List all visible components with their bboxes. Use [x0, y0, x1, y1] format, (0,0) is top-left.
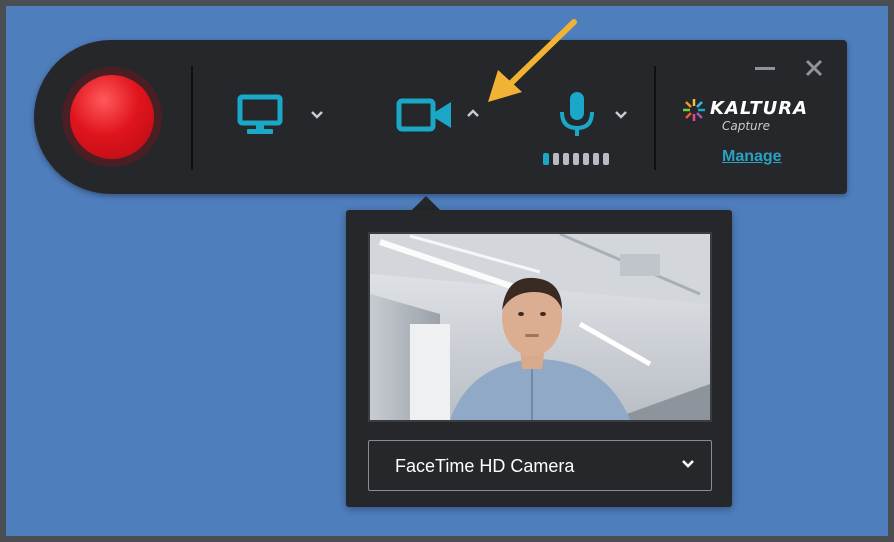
brand-product: Capture [722, 119, 770, 133]
webcam-preview-image [368, 232, 712, 422]
camera-select-value: FaceTime HD Camera [395, 456, 575, 476]
level-bar [593, 153, 599, 165]
microphone-chevron-down-icon[interactable] [614, 110, 628, 120]
chevron-down-icon [682, 460, 694, 468]
kaltura-logo-icon [683, 99, 705, 121]
level-bar [573, 153, 579, 165]
screen-chevron-down-icon[interactable] [310, 110, 324, 120]
capture-toolbar: KALTURA Capture Manage [34, 40, 847, 194]
level-bar [563, 153, 569, 165]
camera-popup: FaceTime HD Camera [346, 210, 732, 507]
microphone-level-meter [543, 153, 609, 165]
level-bar [583, 153, 589, 165]
minimize-icon[interactable] [754, 60, 776, 76]
brand-name: KALTURA [710, 98, 809, 119]
manage-link[interactable]: Manage [722, 148, 782, 166]
divider [191, 66, 193, 170]
level-bar [543, 153, 549, 165]
level-bar [553, 153, 559, 165]
monitor-icon[interactable] [237, 94, 283, 136]
camera-chevron-up-icon[interactable] [466, 108, 480, 118]
close-icon[interactable] [804, 58, 824, 78]
camera-select[interactable]: FaceTime HD Camera [368, 440, 712, 491]
video-camera-icon[interactable] [396, 98, 454, 132]
level-bar [603, 153, 609, 165]
record-button[interactable] [70, 75, 154, 159]
annotation-arrow-icon [488, 19, 577, 102]
divider [654, 66, 656, 170]
popup-caret [412, 196, 440, 210]
